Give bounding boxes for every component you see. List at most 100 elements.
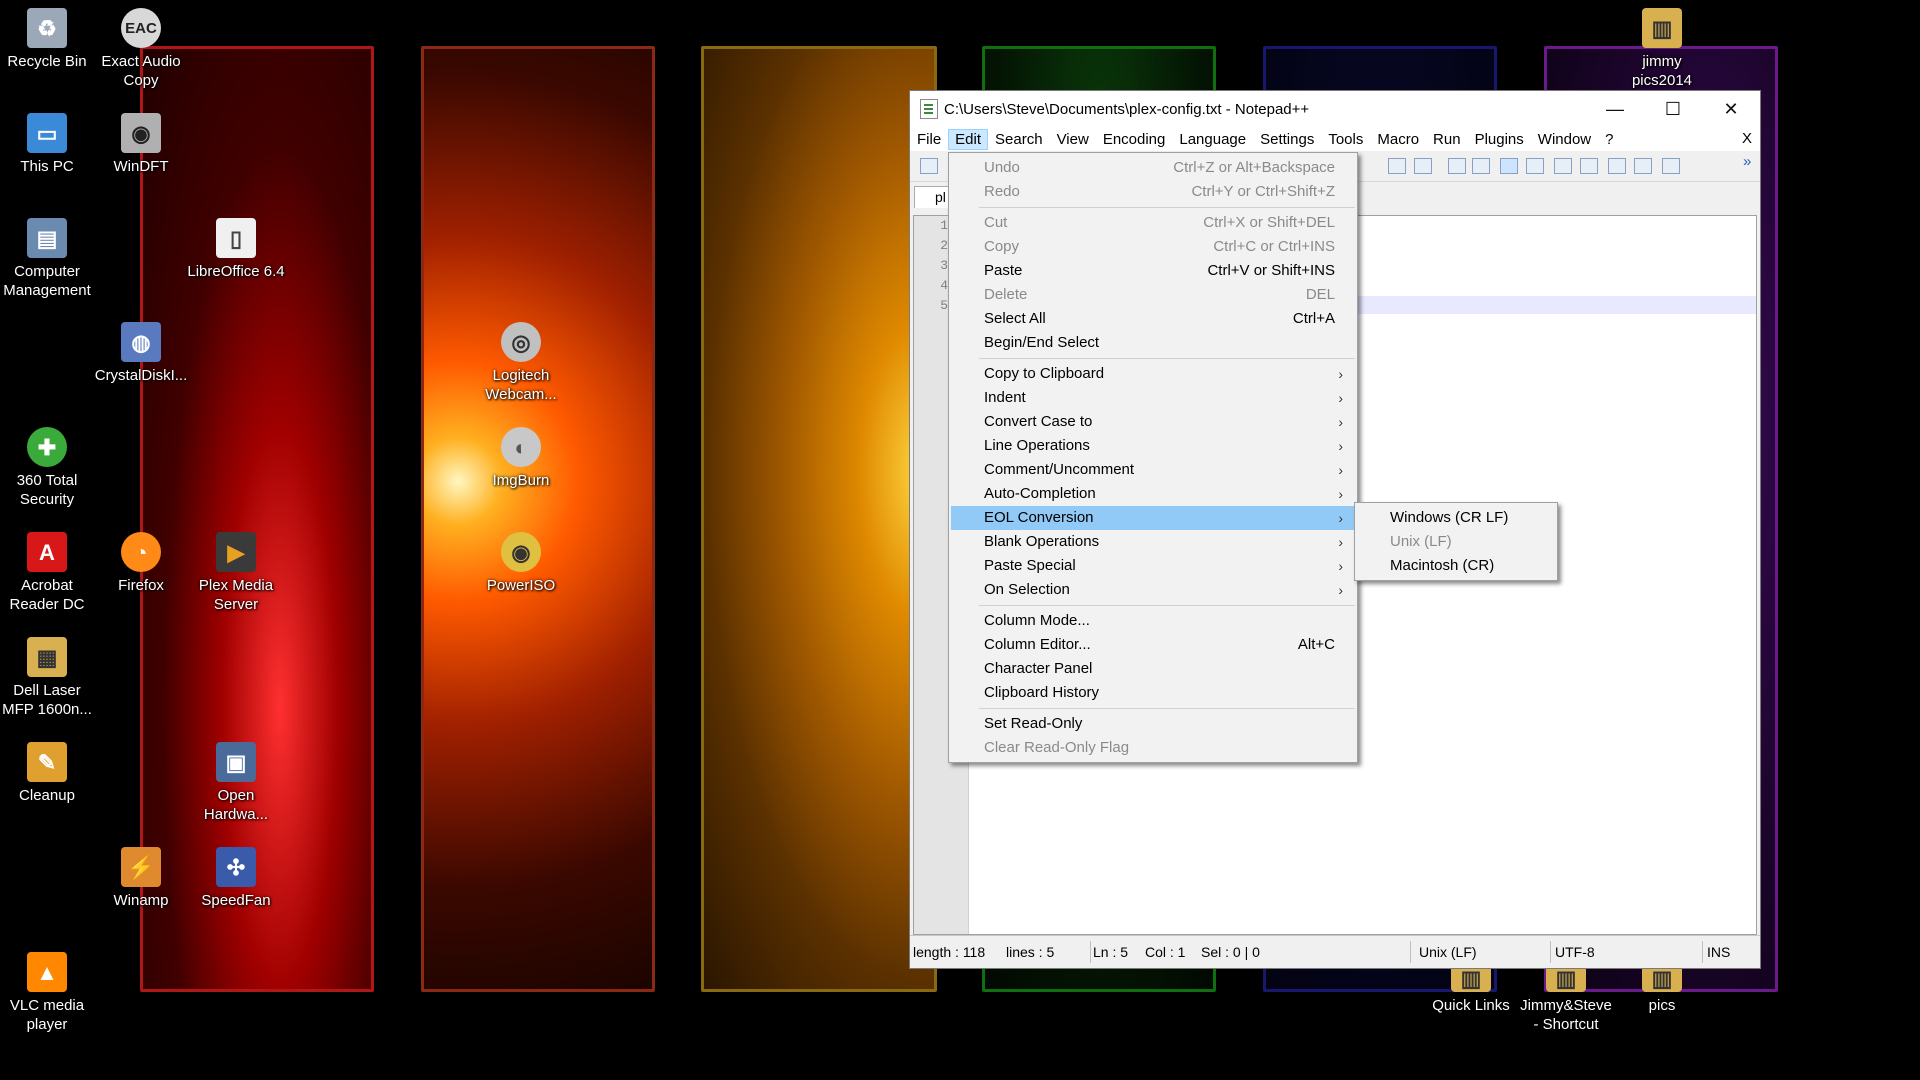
menu-item-blank-operations[interactable]: Blank Operations › <box>951 530 1355 554</box>
plex-icon: ▶ <box>216 532 256 572</box>
menu-language[interactable]: Language <box>1172 129 1253 150</box>
desktop-icon-vlc[interactable]: ▲ VLC media player <box>0 952 97 1034</box>
menu-item-paste-special[interactable]: Paste Special › <box>951 554 1355 578</box>
menu-search[interactable]: Search <box>988 129 1050 150</box>
edit-menu: Undo Ctrl+Z or Alt+Backspace Redo Ctrl+Y o… <box>948 152 1358 763</box>
close-document-button[interactable]: X <box>1742 130 1752 147</box>
recycle-bin-icon: ♻ <box>27 8 67 48</box>
new-file-icon[interactable] <box>920 158 938 174</box>
menu-item-convert-case[interactable]: Convert Case to › <box>951 410 1355 434</box>
menu-item-column-mode[interactable]: Column Mode... <box>951 609 1355 633</box>
desktop-icon-jimmy-pics2014[interactable]: ▥ jimmy pics2014 <box>1612 8 1712 90</box>
menu-separator <box>979 605 1355 606</box>
menu-item-set-read-only[interactable]: Set Read-Only <box>951 712 1355 736</box>
maximize-button[interactable]: ☐ <box>1644 91 1702 127</box>
menu-item-copy[interactable]: Copy Ctrl+C or Ctrl+INS <box>951 235 1355 259</box>
menu-window[interactable]: Window <box>1531 129 1598 150</box>
menu-item-comment-uncomment[interactable]: Comment/Uncomment › <box>951 458 1355 482</box>
status-length: length : 118 <box>913 944 986 960</box>
desktop-icon-eac[interactable]: EAC Exact Audio Copy <box>91 8 191 90</box>
menu-item-copy-to-clipboard[interactable]: Copy to Clipboard › <box>951 362 1355 386</box>
menu-item-on-selection[interactable]: On Selection › <box>951 578 1355 602</box>
menu-item-cut[interactable]: Cut Ctrl+X or Shift+DEL <box>951 211 1355 235</box>
status-encoding[interactable]: UTF-8 <box>1555 944 1595 960</box>
desktop-icon-dell-laser[interactable]: ▦ Dell Laser MFP 1600n... <box>0 637 97 719</box>
desktop-icon-pics[interactable]: ▥ pics <box>1612 964 1712 1015</box>
desktop-icon-360-total-security[interactable]: ✚ 360 Total Security <box>0 427 97 509</box>
function-list-icon[interactable] <box>1554 158 1572 174</box>
menu-file[interactable]: File <box>910 129 948 150</box>
menu-help[interactable]: ? <box>1598 129 1620 150</box>
desktop-icon-jimmy-steve-shortcut[interactable]: ▥ Jimmy&Steve - Shortcut <box>1516 964 1616 1034</box>
indent-guide-icon[interactable] <box>1500 158 1518 174</box>
line-number: 2 <box>940 238 948 253</box>
menu-macro[interactable]: Macro <box>1370 129 1426 150</box>
monitoring-icon[interactable] <box>1608 158 1626 174</box>
desktop-icon-crystaldisk[interactable]: ◍ CrystalDiskI... <box>91 322 191 385</box>
menu-item-eol-unix[interactable]: Unix (LF) <box>1357 530 1555 554</box>
word-wrap-icon[interactable] <box>1448 158 1466 174</box>
menu-item-begin-end-select[interactable]: Begin/End Select <box>951 331 1355 355</box>
line-number: 1 <box>940 218 948 233</box>
menu-item-redo[interactable]: Redo Ctrl+Y or Ctrl+Shift+Z <box>951 180 1355 204</box>
menu-edit[interactable]: Edit <box>948 128 989 150</box>
desktop-icon-this-pc[interactable]: ▭ This PC <box>0 113 97 176</box>
menu-encoding[interactable]: Encoding <box>1096 129 1173 150</box>
desktop-icon-open-hardware[interactable]: ▣ Open Hardwa... <box>186 742 286 824</box>
menu-item-column-editor[interactable]: Column Editor... Alt+C <box>951 633 1355 657</box>
menu-plugins[interactable]: Plugins <box>1468 129 1531 150</box>
desktop-icon-imgburn[interactable]: ◐ ImgBurn <box>471 427 571 490</box>
menu-view[interactable]: View <box>1050 129 1096 150</box>
title-bar[interactable]: C:\Users\Steve\Documents\plex-config.txt… <box>910 91 1760 127</box>
desktop-icon-libreoffice[interactable]: ▯ LibreOffice 6.4 <box>186 218 286 281</box>
menu-tools[interactable]: Tools <box>1321 129 1370 150</box>
chevron-right-icon: › <box>1338 534 1343 550</box>
menu-item-select-all[interactable]: Select All Ctrl+A <box>951 307 1355 331</box>
status-insert-mode[interactable]: INS <box>1707 944 1730 960</box>
acrobat-icon: A <box>27 532 67 572</box>
menu-item-eol-windows[interactable]: Windows (CR LF) <box>1357 506 1555 530</box>
eac-icon: EAC <box>121 8 161 48</box>
menu-item-eol-conversion[interactable]: EOL Conversion › <box>951 506 1355 530</box>
zoom-out-icon[interactable] <box>1414 158 1432 174</box>
doc-map-icon[interactable] <box>1526 158 1544 174</box>
desktop-icon-speedfan[interactable]: ✣ SpeedFan <box>186 847 286 910</box>
printer-folder-icon: ▦ <box>27 637 67 677</box>
status-separator <box>1410 941 1411 963</box>
menu-settings[interactable]: Settings <box>1253 129 1321 150</box>
macro-record-icon[interactable] <box>1634 158 1652 174</box>
menu-item-character-panel[interactable]: Character Panel <box>951 657 1355 681</box>
menu-item-eol-macintosh[interactable]: Macintosh (CR) <box>1357 554 1555 578</box>
desktop-icon-windft[interactable]: ◉ WinDFT <box>91 113 191 176</box>
toolbar-overflow-icon[interactable]: » <box>1743 153 1751 170</box>
vlc-icon: ▲ <box>27 952 67 992</box>
desktop-icon-acrobat[interactable]: A Acrobat Reader DC <box>0 532 97 614</box>
desktop-icon-firefox[interactable]: ◔ Firefox <box>91 532 191 595</box>
menu-item-undo[interactable]: Undo Ctrl+Z or Alt+Backspace <box>951 156 1355 180</box>
menu-item-clear-read-only[interactable]: Clear Read-Only Flag <box>951 736 1355 760</box>
macro-stop-icon[interactable] <box>1662 158 1680 174</box>
desktop-icon-poweriso[interactable]: ◉ PowerISO <box>471 532 571 595</box>
menu-run[interactable]: Run <box>1426 129 1468 150</box>
show-all-chars-icon[interactable] <box>1472 158 1490 174</box>
folder-workspace-icon[interactable] <box>1580 158 1598 174</box>
desktop-icon-winamp[interactable]: ⚡ Winamp <box>91 847 191 910</box>
menu-item-delete[interactable]: Delete DEL <box>951 283 1355 307</box>
menu-item-line-operations[interactable]: Line Operations › <box>951 434 1355 458</box>
desktop-icon-computer-management[interactable]: ▤ Computer Management <box>0 218 97 300</box>
menu-item-clipboard-history[interactable]: Clipboard History <box>951 681 1355 705</box>
desktop-icon-logitech-webcam[interactable]: ◎ Logitech Webcam... <box>471 322 571 404</box>
menu-item-auto-completion[interactable]: Auto-Completion › <box>951 482 1355 506</box>
desktop-icon-quick-links[interactable]: ▥ Quick Links <box>1421 964 1521 1015</box>
menu-item-paste[interactable]: Paste Ctrl+V or Shift+INS <box>951 259 1355 283</box>
menu-item-indent[interactable]: Indent › <box>951 386 1355 410</box>
chevron-right-icon: › <box>1338 462 1343 478</box>
status-eol[interactable]: Unix (LF) <box>1419 944 1477 960</box>
desktop-icon-recycle-bin[interactable]: ♻ Recycle Bin <box>0 8 97 71</box>
disc-icon: ◐ <box>501 427 541 467</box>
zoom-in-icon[interactable] <box>1388 158 1406 174</box>
close-button[interactable]: ✕ <box>1702 91 1760 127</box>
desktop-icon-cleanup[interactable]: ✎ Cleanup <box>0 742 97 805</box>
desktop-icon-plex[interactable]: ▶ Plex Media Server <box>186 532 286 614</box>
minimize-button[interactable]: — <box>1586 91 1644 127</box>
